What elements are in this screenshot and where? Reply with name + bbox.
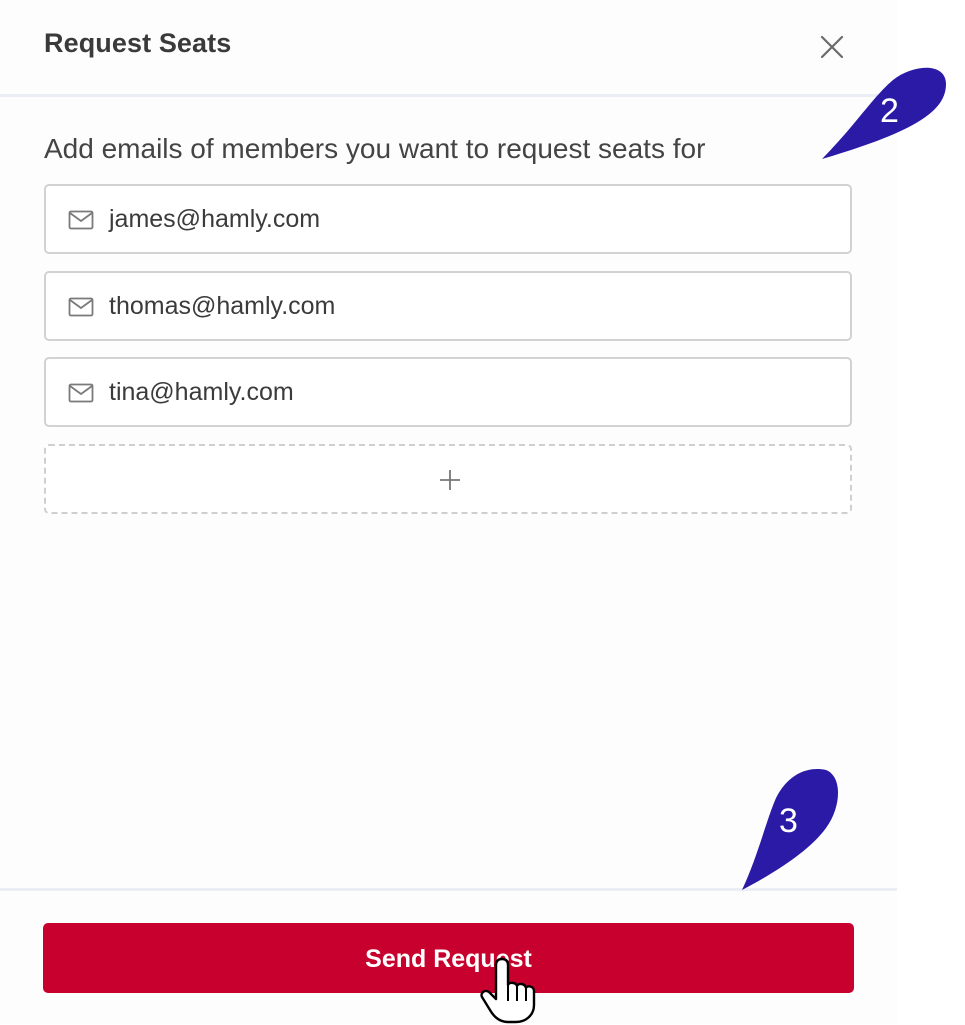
email-value: thomas@hamly.com <box>109 292 336 320</box>
email-field-3[interactable]: tina@hamly.com <box>44 357 852 427</box>
dialog-header: Request Seats <box>0 0 897 97</box>
close-icon <box>820 35 844 59</box>
mail-icon <box>68 383 94 403</box>
email-field-1[interactable]: james@hamly.com <box>44 184 852 254</box>
send-request-button[interactable]: Send Request <box>43 923 854 993</box>
plus-icon <box>440 470 460 490</box>
close-button[interactable] <box>815 30 849 64</box>
email-field-2[interactable]: thomas@hamly.com <box>44 271 852 341</box>
dialog-title: Request Seats <box>44 28 232 58</box>
mail-icon <box>68 210 94 230</box>
add-email-button[interactable] <box>44 444 852 514</box>
dialog-subtitle: Add emails of members you want to reques… <box>44 133 706 164</box>
mail-icon <box>68 297 94 317</box>
hand-pointer-icon <box>480 957 536 1024</box>
step-marker-2-label: 2 <box>880 92 899 130</box>
send-request-label: Send Request <box>365 945 532 973</box>
step-marker-3-label: 3 <box>779 802 798 840</box>
email-value: tina@hamly.com <box>109 378 294 406</box>
email-value: james@hamly.com <box>109 205 321 233</box>
